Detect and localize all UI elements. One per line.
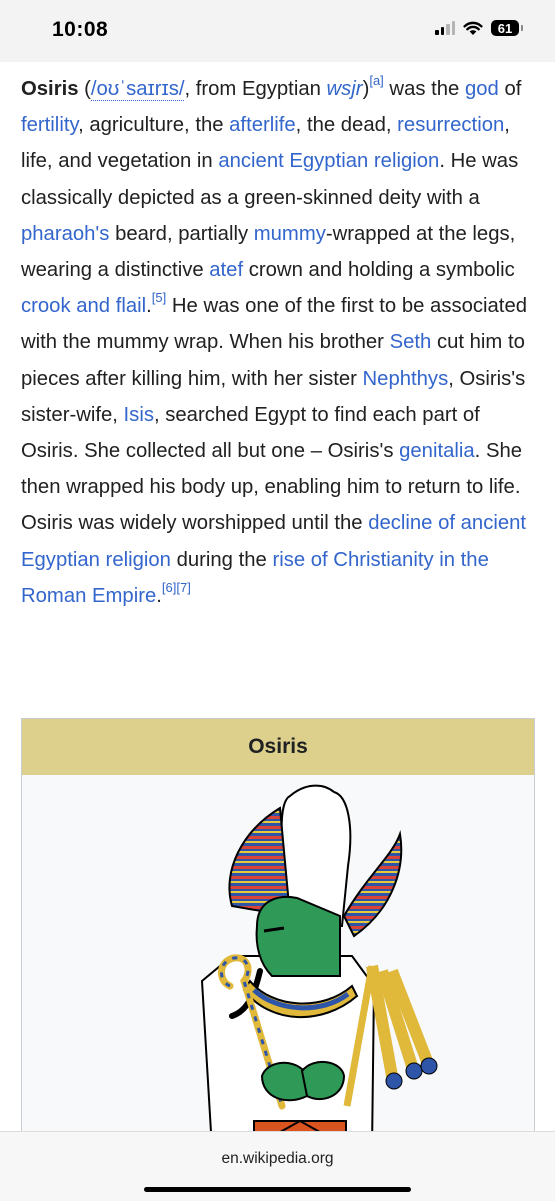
isis-link[interactable]: Isis: [124, 404, 154, 426]
osiris-illustration[interactable]: [22, 776, 534, 1149]
text: , agriculture, the: [78, 114, 230, 137]
url-bar[interactable]: en.wikipedia.org: [0, 1150, 555, 1168]
ancient-egyptian-religion-link[interactable]: ancient Egyptian religion: [218, 150, 439, 172]
pharaoh-link[interactable]: pharaoh's: [21, 223, 109, 245]
citation-6-link[interactable]: [6]: [162, 580, 176, 595]
infobox-title: Osiris: [22, 719, 534, 775]
text: beard, partially: [109, 222, 254, 245]
text: (: [78, 78, 91, 100]
nephthys-link[interactable]: Nephthys: [363, 368, 449, 390]
cellular-signal-icon: [435, 21, 455, 35]
text: during the: [170, 548, 273, 571]
infobox: Osiris: [21, 718, 535, 1150]
article-title-term: Osiris: [21, 78, 79, 100]
citation-5-link[interactable]: [5]: [152, 290, 166, 305]
wsjr-link[interactable]: wsjr: [327, 78, 363, 100]
crook-and-flail-link[interactable]: crook and flail: [21, 295, 146, 317]
wifi-icon: [463, 21, 483, 35]
note-a-link[interactable]: [a]: [369, 73, 383, 88]
seth-link[interactable]: Seth: [390, 331, 432, 353]
resurrection-link[interactable]: resurrection: [397, 114, 504, 136]
ipa-link[interactable]: /oʊˈsaɪrɪs/: [90, 78, 185, 101]
text: , the dead,: [295, 114, 398, 137]
battery-level: 61: [497, 20, 513, 36]
battery-icon: 61: [491, 20, 523, 36]
atef-link[interactable]: atef: [209, 259, 243, 281]
genitalia-link[interactable]: genitalia: [399, 440, 475, 462]
status-icons: 61: [435, 20, 523, 36]
browser-bottom-bar: en.wikipedia.org: [0, 1131, 555, 1201]
text: of: [498, 78, 522, 100]
text: was the: [383, 78, 465, 100]
status-time: 10:08: [52, 18, 109, 41]
citation-7-link[interactable]: [7]: [176, 580, 190, 595]
status-bar: 10:08 61: [0, 0, 555, 62]
text: , from Egyptian: [184, 78, 327, 100]
god-link[interactable]: god: [465, 78, 499, 100]
mummy-link[interactable]: mummy: [254, 223, 326, 245]
fertility-link[interactable]: fertility: [21, 114, 78, 136]
afterlife-link[interactable]: afterlife: [229, 114, 296, 136]
home-indicator[interactable]: [144, 1187, 411, 1192]
text: crown and holding a symbolic: [243, 259, 515, 282]
article-paragraph: Osiris (/oʊˈsaɪrɪs/, from Egyptian wsjr)…: [21, 71, 537, 614]
